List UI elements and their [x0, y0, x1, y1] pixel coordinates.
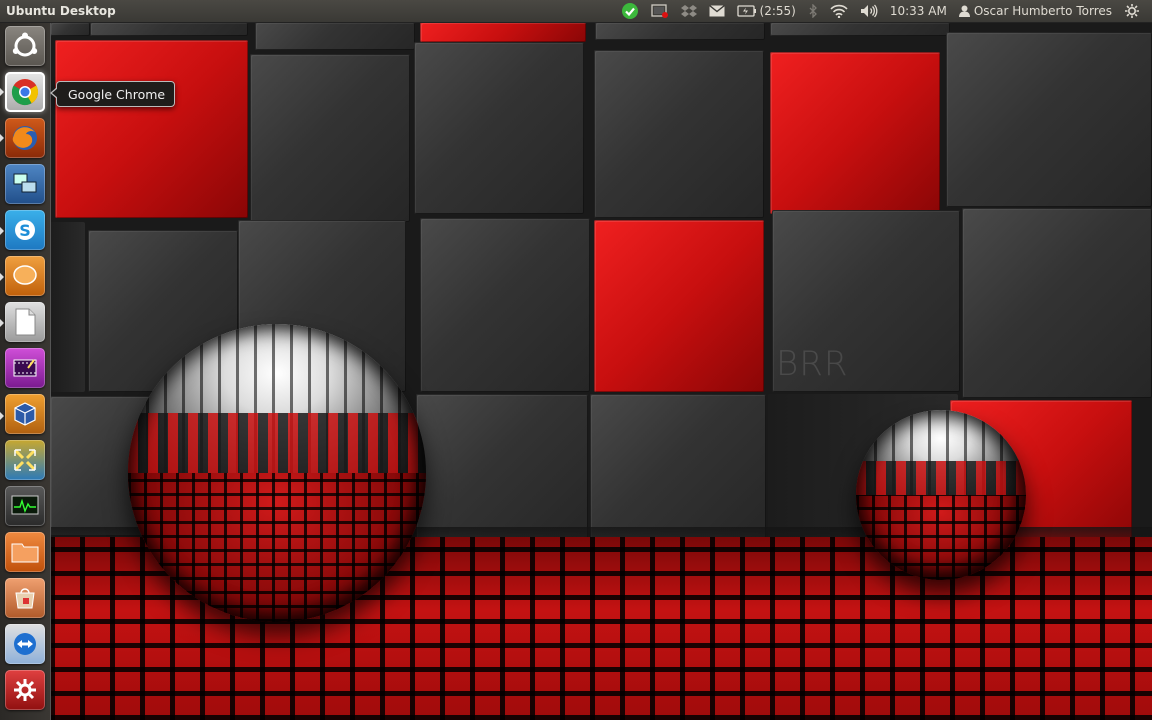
- video-editor-icon[interactable]: [5, 348, 45, 388]
- user-name: Oscar Humberto Torres: [973, 4, 1112, 18]
- software-center-icon[interactable]: [5, 578, 45, 618]
- top-panel: Ubuntu Desktop (2:55) 10:33 AM Oscar Hum…: [0, 0, 1152, 22]
- running-indicator: [0, 319, 4, 327]
- teamviewer-icon[interactable]: [5, 624, 45, 664]
- indicator-area: (2:55) 10:33 AM Oscar Humberto Torres: [615, 0, 1146, 22]
- clock[interactable]: 10:33 AM: [884, 0, 953, 22]
- dropbox-icon[interactable]: [675, 0, 703, 22]
- virtualbox-icon[interactable]: [5, 394, 45, 434]
- chrome-sphere-small: [856, 410, 1026, 580]
- bluetooth-icon[interactable]: [802, 0, 824, 22]
- wallpaper-cube: [590, 394, 766, 544]
- wallpaper-cube: [594, 50, 764, 218]
- running-indicator: [0, 227, 4, 235]
- volume-icon[interactable]: [854, 0, 884, 22]
- wallpaper-cube: [50, 22, 90, 36]
- chrome-sphere-large: [128, 324, 426, 622]
- screen-recorder-icon[interactable]: [645, 0, 675, 22]
- svg-text:S: S: [19, 221, 31, 240]
- battery-time: (2:55): [759, 4, 796, 18]
- wallpaper-cube: [250, 54, 410, 222]
- unity-launcher: S: [0, 22, 51, 720]
- wallpaper-cube: [416, 394, 588, 542]
- user-icon: [958, 5, 970, 17]
- wallpaper-watermark: BRR: [776, 344, 849, 384]
- wallpaper-cube: [420, 22, 586, 42]
- user-menu[interactable]: Oscar Humberto Torres: [953, 0, 1118, 22]
- running-indicator: [0, 412, 4, 420]
- wallpaper-cube: [50, 222, 85, 392]
- wallpaper-cube: [770, 22, 950, 36]
- wallpaper-cube: [594, 220, 764, 392]
- wallpaper-cube: [962, 208, 1152, 398]
- wallpaper-cube: [946, 32, 1152, 207]
- dash-home-icon[interactable]: [5, 26, 45, 66]
- firefox-icon[interactable]: [5, 118, 45, 158]
- files-icon[interactable]: [5, 532, 45, 572]
- session-gear-icon[interactable]: [1118, 0, 1146, 22]
- wallpaper-cube: [770, 52, 940, 214]
- tooltip-label: Google Chrome: [68, 86, 166, 102]
- remote-desktop-icon[interactable]: [5, 164, 45, 204]
- system-settings-icon[interactable]: [5, 670, 45, 710]
- running-indicator: [0, 273, 4, 281]
- window-title: Ubuntu Desktop: [6, 4, 116, 18]
- wallpaper-cube: [255, 22, 415, 50]
- running-indicator: [0, 134, 4, 142]
- mail-icon[interactable]: [703, 0, 731, 22]
- launcher-tooltip: Google Chrome: [49, 81, 176, 107]
- desktop-wallpaper: BRR: [50, 22, 1152, 720]
- wallpaper-cube: [595, 22, 765, 40]
- workspace-switcher-icon[interactable]: [5, 440, 45, 480]
- google-chrome-icon[interactable]: [5, 72, 45, 112]
- clock-time: 10:33 AM: [889, 4, 947, 18]
- update-check-icon[interactable]: [615, 0, 645, 22]
- wallpaper-cube: [90, 22, 248, 36]
- wallpaper-cube: [420, 218, 590, 392]
- wallpaper-cube: [55, 40, 248, 218]
- running-indicator: [0, 88, 4, 96]
- battery-icon: [736, 5, 756, 17]
- system-monitor-icon[interactable]: [5, 486, 45, 526]
- wallpaper-cube: [414, 42, 584, 214]
- skype-icon[interactable]: S: [5, 210, 45, 250]
- pidgin-icon[interactable]: [5, 256, 45, 296]
- battery-indicator[interactable]: (2:55): [731, 0, 802, 22]
- wifi-icon[interactable]: [824, 0, 854, 22]
- libreoffice-icon[interactable]: [5, 302, 45, 342]
